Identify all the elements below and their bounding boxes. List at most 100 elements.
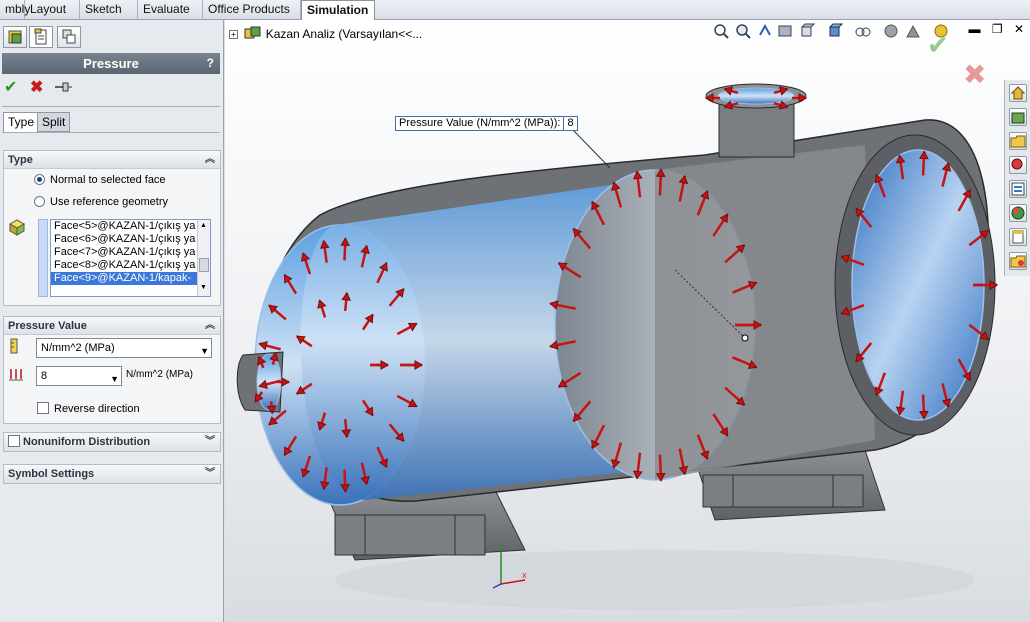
help-icon[interactable]: ? (207, 53, 214, 74)
cancel-button[interactable]: ✖ (30, 80, 43, 96)
edit-appearance-icon[interactable] (883, 23, 899, 39)
divider (2, 132, 220, 133)
pushpin-icon (55, 82, 72, 92)
pressure-value-header[interactable]: Pressure Value ︽ (4, 317, 220, 335)
graphics-area[interactable]: + Kazan Analiz (Varsayılan<<... Pressure… (225, 20, 1030, 622)
expand-chevron-icon[interactable]: ︾ (205, 465, 215, 483)
pressure-value-title: Pressure Value (8, 320, 87, 332)
type-group-header[interactable]: Type ︽ (4, 151, 220, 169)
selection-box-marker (38, 219, 48, 297)
reference-triad: Y X (492, 542, 527, 589)
face-item[interactable]: Face<6>@KAZAN-1/çıkış ya (51, 233, 197, 246)
pushpin-button[interactable] (54, 80, 74, 98)
normal-to-face-option[interactable]: Normal to selected face (34, 174, 166, 186)
window-controls: ▬ ❐ ✕ (968, 22, 1024, 36)
tab-evaluate[interactable]: Evaluate (138, 0, 203, 20)
scroll-up-icon[interactable]: ▲ (200, 222, 207, 229)
section-view-icon[interactable] (777, 23, 793, 39)
collapse-chevron-icon[interactable]: ︽ (205, 317, 215, 335)
view-palette-icon (1011, 182, 1025, 196)
file-explorer-tab[interactable] (1009, 132, 1027, 150)
expand-chevron-icon[interactable]: ︾ (205, 433, 215, 451)
design-library-tab[interactable] (1009, 108, 1027, 126)
reverse-direction-checkbox[interactable]: Reverse direction (37, 402, 140, 415)
feature-manager-tab[interactable] (3, 26, 27, 48)
search-tab[interactable] (1009, 156, 1027, 174)
appearances-tab[interactable] (1009, 204, 1027, 222)
vessel-shell[interactable] (236, 83, 996, 506)
property-manager-title: Pressure ? (2, 53, 220, 74)
expand-tree-icon[interactable]: + (229, 30, 238, 39)
face-item[interactable]: Face<8>@KAZAN-1/çıkış ya (51, 259, 197, 272)
tree-root-label: Kazan Analiz (Varsayılan<<... (265, 27, 423, 41)
svg-text:Y: Y (498, 542, 503, 549)
property-sheet-icon (34, 28, 47, 45)
face-selection-icon (8, 219, 26, 236)
faces-selection-list[interactable]: Face<5>@KAZAN-1/çıkış ya Face<6>@KAZAN-1… (50, 219, 211, 297)
tab-sketch[interactable]: Sketch (80, 0, 138, 20)
restore-icon[interactable]: ❐ (992, 22, 1003, 36)
pressure-vessel-model[interactable] (225, 20, 1030, 622)
apply-scene-icon[interactable] (905, 23, 921, 39)
search-icon (1011, 158, 1023, 170)
reference-geometry-option[interactable]: Use reference geometry (34, 196, 168, 208)
configuration-manager-tab[interactable] (57, 26, 81, 48)
minimize-icon[interactable]: ▬ (968, 22, 980, 36)
ground-shadow (335, 550, 975, 610)
pressure-value-callout[interactable]: Pressure Value (N/mm^2 (MPa)): 8 (395, 116, 578, 131)
center-point (741, 334, 749, 342)
face-item-selected[interactable]: Face<9>@KAZAN-1/kapak- (51, 272, 197, 285)
pressure-value-input[interactable]: 8 ▼ (36, 366, 122, 386)
scroll-thumb[interactable] (199, 258, 209, 272)
document-recovery-tab[interactable] (1009, 252, 1027, 270)
hide-show-items-icon[interactable] (855, 23, 871, 39)
face-item[interactable]: Face<5>@KAZAN-1/çıkış ya (51, 220, 197, 233)
view-settings-icon[interactable] (933, 23, 949, 39)
zoom-to-fit-icon[interactable] (713, 23, 729, 39)
chevron-down-icon[interactable]: ▼ (200, 342, 209, 360)
ok-button[interactable]: ✔ (4, 80, 17, 96)
confirm-cancel-icon[interactable]: ✖ (963, 58, 986, 91)
close-icon[interactable]: ✕ (1014, 22, 1024, 36)
units-dropdown[interactable]: N/mm^2 (MPa) ▼ (36, 338, 212, 358)
configuration-icon (62, 29, 76, 44)
nonuniform-header[interactable]: Nonuniform Distribution ︾ (4, 433, 220, 451)
units-icon (10, 338, 18, 354)
checkbox[interactable] (37, 402, 49, 414)
radio-unselected[interactable] (34, 196, 45, 207)
appearances-icon (1011, 206, 1025, 220)
manager-tabs (0, 24, 224, 48)
solidworks-resources-tab[interactable] (1009, 84, 1027, 102)
faces-list-scrollbar[interactable]: ▲ ▼ (197, 220, 210, 296)
custom-properties-tab[interactable] (1009, 228, 1027, 246)
collapse-chevron-icon[interactable]: ︽ (205, 151, 215, 169)
recovery-folder-icon (1010, 255, 1026, 268)
tab-assembly[interactable]: mbly (0, 0, 30, 20)
chevron-down-icon[interactable]: ▼ (110, 370, 119, 388)
feature-tree-root[interactable]: + Kazan Analiz (Varsayılan<<... (229, 26, 422, 41)
display-style-icon[interactable] (827, 23, 843, 39)
radio-selected[interactable] (34, 174, 45, 185)
pressure-title: Pressure (83, 56, 139, 71)
tab-type[interactable]: Type (3, 112, 40, 132)
callout-label: Pressure Value (N/mm^2 (MPa)): (399, 117, 561, 129)
svg-text:X: X (522, 573, 527, 580)
symbol-settings-header[interactable]: Symbol Settings ︾ (4, 465, 220, 483)
assembly-icon (244, 26, 261, 39)
property-manager-tab[interactable] (29, 26, 53, 48)
view-palette-tab[interactable] (1009, 180, 1027, 198)
tab-split[interactable]: Split (37, 112, 71, 132)
callout-value[interactable]: 8 (563, 117, 574, 130)
nonuniform-checkbox[interactable] (8, 435, 20, 447)
library-icon (1011, 112, 1025, 124)
tab-simulation[interactable]: Simulation (301, 0, 375, 21)
face-item[interactable]: Face<7>@KAZAN-1/çıkış ya (51, 246, 197, 259)
type-group-title: Type (8, 154, 33, 166)
view-orientation-icon[interactable] (799, 23, 815, 39)
scroll-down-icon[interactable]: ▼ (200, 284, 207, 291)
tab-layout[interactable]: Layout (25, 0, 80, 20)
tab-office-products[interactable]: Office Products (203, 0, 301, 20)
zoom-to-area-icon[interactable] (735, 23, 751, 39)
home-icon (1010, 86, 1026, 100)
previous-view-icon[interactable] (757, 23, 773, 39)
